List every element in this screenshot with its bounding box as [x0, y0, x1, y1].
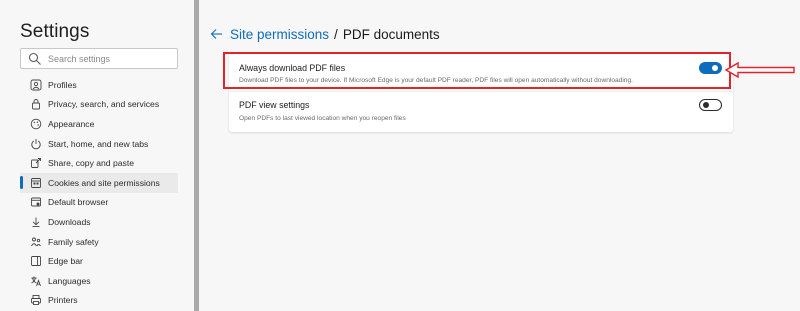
pdf-view-settings-toggle[interactable] [699, 99, 722, 111]
sidebar-item-label: Profiles [48, 79, 77, 90]
setting-row-always-download: Always download PDF files Download PDF f… [229, 53, 733, 88]
languages-icon [31, 276, 41, 286]
cookies-icon [31, 177, 41, 188]
setting-description: Download PDF files to your device. If Mi… [239, 77, 633, 84]
sidebar-item-label: Appearance [48, 118, 95, 129]
sidebar-item-label: Family safety [48, 236, 99, 247]
annotation-arrow-icon [724, 61, 795, 79]
toggle-knob [712, 65, 718, 71]
toggle-knob [703, 102, 709, 108]
search-box[interactable] [20, 48, 178, 69]
sidebar-item-label: Start, home, and new tabs [48, 138, 149, 149]
page-title: PDF documents [342, 26, 440, 42]
sidebar-item-default-browser[interactable]: Default browser [20, 193, 178, 213]
printer-icon [31, 295, 41, 306]
setting-title: Always download PDF files [239, 63, 346, 73]
search-icon [28, 52, 41, 65]
setting-description: Open PDFs to last viewed location when y… [239, 115, 406, 122]
sidebar-item-label: Downloads [48, 216, 91, 227]
share-icon [31, 158, 41, 169]
sidebar-item-label: Languages [48, 275, 91, 286]
main-content: Site permissions / PDF documents Always … [199, 0, 800, 311]
search-input[interactable] [48, 53, 168, 64]
setting-row-pdf-view: PDF view settings Open PDFs to last view… [229, 93, 733, 130]
sidebar-item-start-home[interactable]: Start, home, and new tabs [20, 134, 178, 154]
sidebar-title: Settings [20, 21, 90, 42]
browser-icon [31, 197, 41, 207]
sidebar-item-edge-bar[interactable]: Edge bar [20, 251, 178, 271]
sidebar-item-cookies[interactable]: Cookies and site permissions [20, 172, 178, 193]
lock-icon [32, 99, 40, 110]
appearance-icon [30, 118, 42, 130]
breadcrumb-separator: / [334, 26, 338, 42]
divider [229, 91, 733, 92]
settings-nav: Profiles Privacy, search, and services A… [20, 75, 178, 310]
breadcrumb-site-permissions-link[interactable]: Site permissions [230, 27, 329, 42]
power-icon [31, 138, 41, 149]
sidebar-item-printers[interactable]: Printers [20, 291, 178, 311]
sidebar-item-label: Privacy, search, and services [48, 99, 160, 110]
back-arrow-icon[interactable] [210, 28, 223, 40]
family-icon [31, 237, 41, 246]
sidebar-item-label: Printers [48, 295, 78, 306]
sidebar-item-share-copy[interactable]: Share, copy and paste [20, 153, 178, 173]
setting-title: PDF view settings [239, 100, 310, 110]
sidebar-item-family-safety[interactable]: Family safety [20, 232, 178, 252]
sidebar-item-appearance[interactable]: Appearance [20, 114, 178, 134]
sidebar-item-label: Share, copy and paste [48, 158, 134, 169]
breadcrumb: Site permissions / PDF documents [210, 25, 440, 43]
download-icon [32, 217, 40, 227]
always-download-pdf-toggle[interactable] [699, 62, 722, 74]
sidebar-item-downloads[interactable]: Downloads [20, 212, 178, 232]
sidebar-item-label: Default browser [48, 197, 109, 208]
sidebar-item-privacy[interactable]: Privacy, search, and services [20, 95, 178, 115]
edge-bar-icon [31, 256, 41, 267]
settings-sidebar: Settings Profiles Privacy, search, and s… [0, 0, 194, 311]
sidebar-item-label: Edge bar [48, 256, 83, 267]
profile-icon [30, 79, 42, 91]
pdf-settings-card: Always download PDF files Download PDF f… [229, 53, 733, 132]
sidebar-item-label: Cookies and site permissions [48, 177, 160, 188]
sidebar-item-profiles[interactable]: Profiles [20, 75, 178, 95]
sidebar-item-languages[interactable]: Languages [20, 271, 178, 291]
